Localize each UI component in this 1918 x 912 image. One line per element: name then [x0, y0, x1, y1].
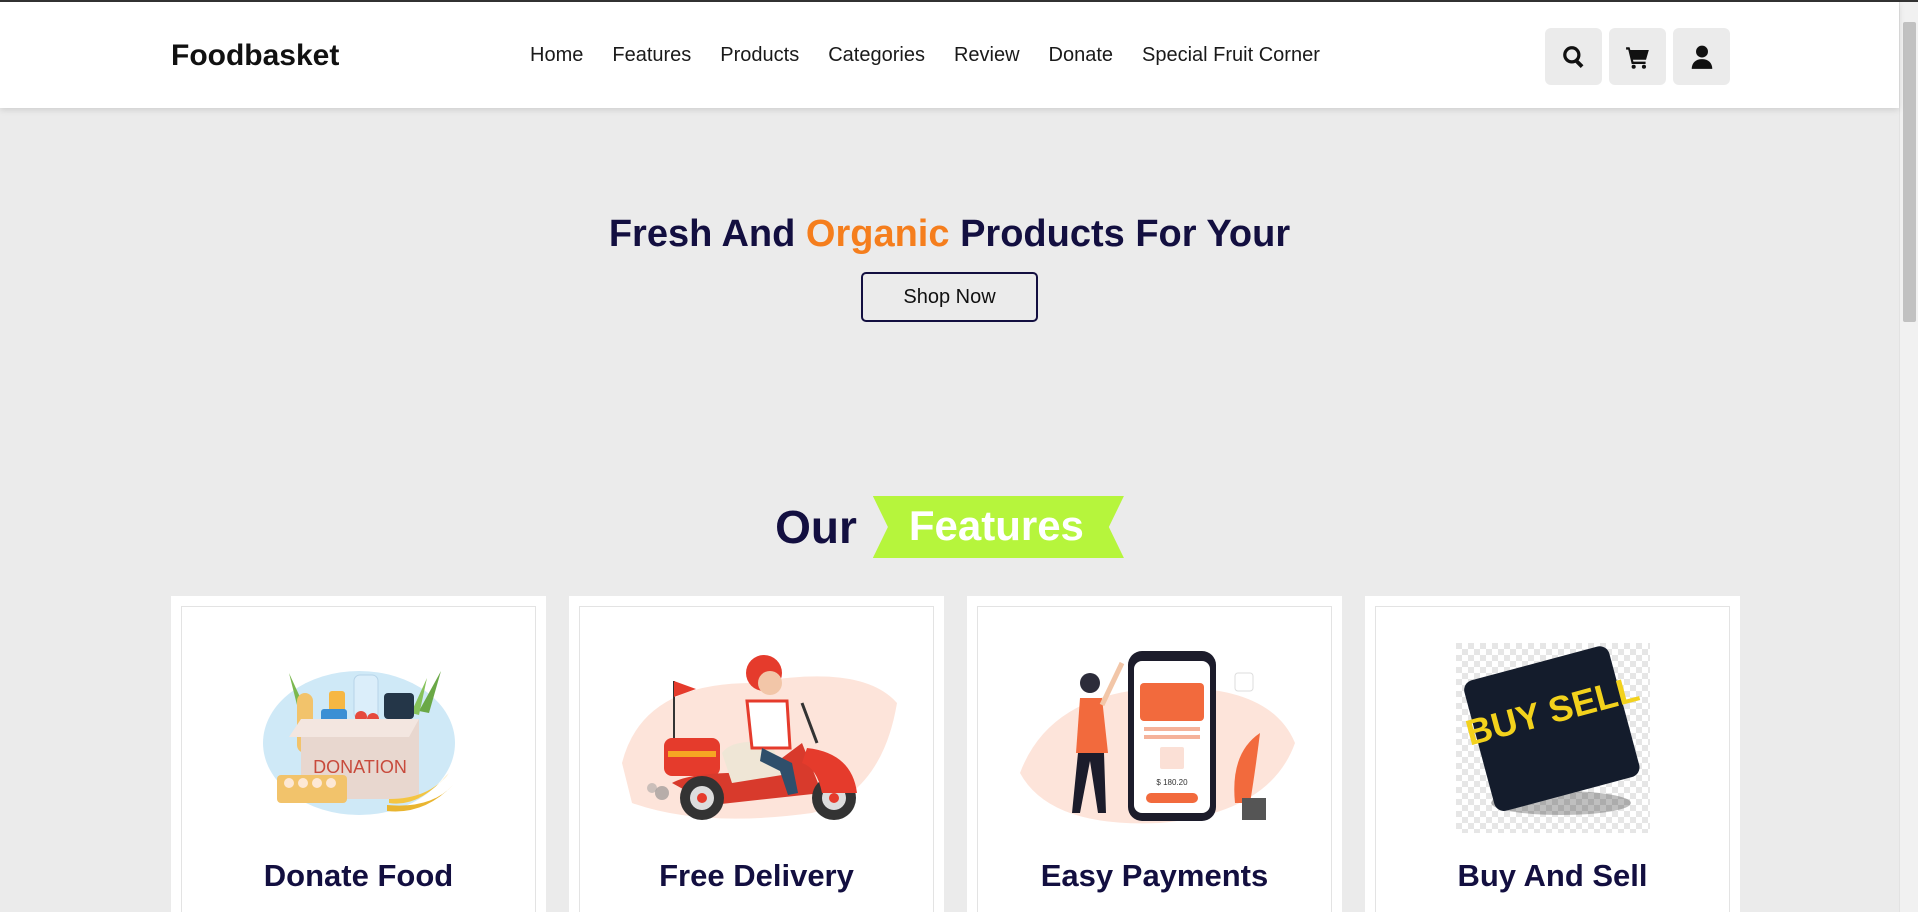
- donation-box-illustration: DONATION: [214, 643, 504, 833]
- user-icon: [1691, 45, 1712, 69]
- donation-box-label: DONATION: [313, 757, 407, 777]
- site-header: Foodbasket Home Features Products Catego…: [0, 2, 1899, 108]
- shop-now-button[interactable]: Shop Now: [861, 272, 1038, 322]
- feature-card-buy-and-sell: BUY SELL Buy And Sell: [1365, 596, 1740, 912]
- features-heading-highlight: Features: [872, 496, 1124, 558]
- buy-sell-tile-illustration: BUY SELL: [1408, 643, 1698, 833]
- nav-link-donate[interactable]: Donate: [1049, 44, 1114, 67]
- feature-card-frame: BUY SELL Buy And Sell: [1375, 606, 1730, 912]
- hero-title-start: Fresh And: [608, 213, 806, 255]
- nav-link-features[interactable]: Features: [612, 44, 691, 67]
- feature-card-title: Donate Food: [263, 858, 454, 893]
- search-button[interactable]: [1545, 28, 1602, 85]
- account-button[interactable]: [1673, 28, 1730, 85]
- page-scrollbar[interactable]: [1899, 2, 1918, 912]
- hero-title: Fresh And Organic Products For Your: [0, 213, 1899, 256]
- feature-cards: DONATION Donate Food Free Delivery $ 180…: [171, 596, 1740, 912]
- features-heading-plain: Our: [775, 501, 857, 553]
- features-heading: Our Features: [0, 496, 1899, 558]
- feature-card-title: Free Delivery: [659, 858, 854, 893]
- hero-title-accent: Organic: [805, 213, 950, 255]
- search-icon: [1562, 45, 1583, 68]
- feature-card-title: Easy Payments: [1040, 858, 1269, 893]
- cart-icon: [1625, 46, 1649, 69]
- header-icon-buttons: [1545, 28, 1730, 85]
- nav-link-review[interactable]: Review: [954, 44, 1020, 67]
- scooter-delivery-illustration: [612, 643, 902, 833]
- hero-title-end: Products For Your: [949, 213, 1291, 255]
- nav-link-home[interactable]: Home: [530, 44, 583, 67]
- payment-amount-label: $ 180.20: [1156, 778, 1188, 787]
- feature-card-donate-food: DONATION Donate Food: [171, 596, 546, 912]
- nav-link-categories[interactable]: Categories: [828, 44, 925, 67]
- feature-card-frame: DONATION Donate Food: [181, 606, 536, 912]
- site-logo[interactable]: Foodbasket: [171, 39, 339, 73]
- feature-card-free-delivery: Free Delivery: [569, 596, 944, 912]
- cart-button[interactable]: [1609, 28, 1666, 85]
- feature-card-frame: $ 180.20 Easy Payments: [977, 606, 1332, 912]
- feature-card-easy-payments: $ 180.20 Easy Payments: [967, 596, 1342, 912]
- feature-card-title: Buy And Sell: [1457, 858, 1648, 893]
- scrollbar-thumb[interactable]: [1903, 22, 1916, 322]
- phone-payment-illustration: $ 180.20: [1010, 643, 1300, 833]
- nav-link-special-fruit-corner[interactable]: Special Fruit Corner: [1142, 44, 1320, 67]
- feature-card-frame: Free Delivery: [579, 606, 934, 912]
- nav-link-products[interactable]: Products: [720, 44, 799, 67]
- main-nav: Home Features Products Categories Review…: [530, 44, 1320, 67]
